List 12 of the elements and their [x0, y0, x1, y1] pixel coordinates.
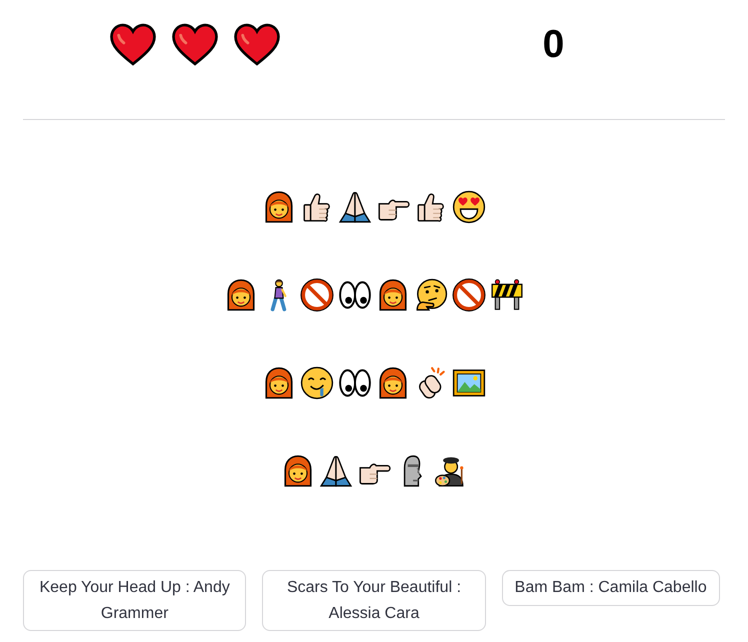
- barrier-icon: [490, 278, 524, 312]
- praying-hands-icon: [319, 454, 353, 488]
- heart-eyes-face-icon: [452, 190, 486, 224]
- prohibited-icon: [452, 278, 486, 312]
- thinking-face-icon: [414, 278, 448, 312]
- answer-button[interactable]: Bam Bam : Camila Cabello: [502, 570, 720, 606]
- score-counter: 0: [542, 25, 564, 64]
- answer-button[interactable]: Keep Your Head Up : Andy Grammer: [23, 570, 246, 632]
- answer-button[interactable]: Scars To Your Beautiful : Alessia Cara: [262, 570, 486, 632]
- prohibited-icon: [300, 278, 334, 312]
- drooling-face-icon: [300, 366, 334, 400]
- praying-hands-icon: [338, 190, 372, 224]
